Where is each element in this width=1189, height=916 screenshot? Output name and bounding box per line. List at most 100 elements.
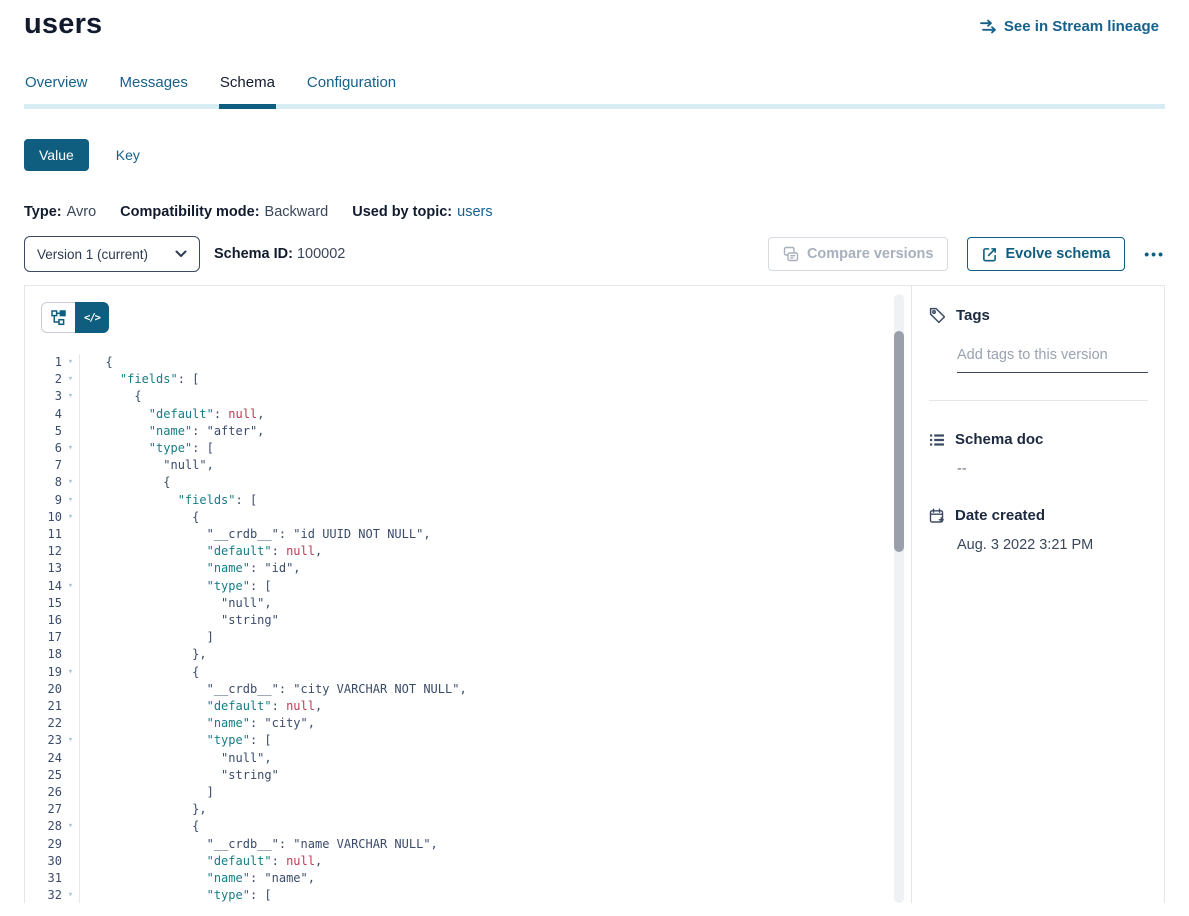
- tree-view-icon: [51, 310, 67, 326]
- code-line: 7 "null",: [25, 457, 911, 474]
- line-number: 18: [26, 646, 62, 663]
- code-line: 23▾ "type": [: [25, 732, 911, 749]
- gutter: 13: [25, 560, 80, 577]
- gutter: 20: [25, 681, 80, 698]
- tab-configuration[interactable]: Configuration: [306, 74, 397, 109]
- compare-versions-label: Compare versions: [807, 246, 934, 262]
- code-text: {: [80, 388, 142, 405]
- code-view-button[interactable]: </>: [75, 302, 109, 333]
- line-number: 32: [26, 887, 62, 903]
- code-line: 12 "default": null,: [25, 543, 911, 560]
- fold-spacer: [62, 629, 79, 646]
- line-number: 31: [26, 870, 62, 887]
- code-line: 10▾ {: [25, 509, 911, 526]
- tab-messages[interactable]: Messages: [119, 74, 189, 109]
- meta-type: Type: Avro: [24, 204, 96, 220]
- fold-spacer: [62, 406, 79, 423]
- line-number: 19: [26, 664, 62, 681]
- json-text: : [: [250, 733, 272, 747]
- code-line: 5 "name": "after",: [25, 423, 911, 440]
- code-line: 17 ]: [25, 629, 911, 646]
- fold-toggle-icon[interactable]: ▾: [62, 664, 79, 681]
- page-header: users See in Stream lineage: [24, 0, 1165, 41]
- fold-spacer: [62, 801, 79, 818]
- scrollbar-track[interactable]: [894, 294, 904, 903]
- fold-toggle-icon[interactable]: ▾: [62, 732, 79, 749]
- fold-toggle-icon[interactable]: ▾: [62, 818, 79, 835]
- meta-value: Avro: [67, 204, 97, 220]
- fold-toggle-icon[interactable]: ▾: [62, 492, 79, 509]
- code-text: "default": null,: [80, 853, 322, 870]
- fold-toggle-icon[interactable]: ▾: [62, 354, 79, 371]
- gutter: 11: [25, 526, 80, 543]
- line-number: 2: [26, 371, 62, 388]
- fold-toggle-icon[interactable]: ▾: [62, 887, 79, 903]
- tags-title: Tags: [956, 307, 990, 324]
- code-line: 26 ]: [25, 784, 911, 801]
- more-actions-button[interactable]: •••: [1144, 246, 1165, 262]
- compare-versions-button[interactable]: Compare versions: [768, 237, 949, 271]
- tag-icon: [929, 307, 946, 324]
- version-select[interactable]: Version 1 (current): [24, 236, 200, 272]
- fold-toggle-icon[interactable]: ▾: [62, 474, 79, 491]
- json-text: : [: [250, 888, 272, 902]
- json-text: ,: [315, 854, 322, 868]
- code-text: },: [80, 646, 207, 663]
- json-text: : [: [192, 441, 214, 455]
- key-toggle-button[interactable]: Key: [110, 146, 146, 164]
- code-text: ]: [80, 784, 214, 801]
- fold-toggle-icon[interactable]: ▾: [62, 388, 79, 405]
- scrollbar-thumb[interactable]: [894, 331, 904, 552]
- gutter: 32▾: [25, 887, 80, 903]
- json-text: ,: [315, 699, 322, 713]
- code-line: 28▾ {: [25, 818, 911, 835]
- evolve-schema-label: Evolve schema: [1005, 246, 1110, 262]
- code-text: "name": "name",: [80, 870, 315, 887]
- tree-view-button[interactable]: [41, 302, 75, 333]
- code-text: "__crdb__": "city VARCHAR NOT NULL",: [80, 681, 467, 698]
- line-number: 5: [26, 423, 62, 440]
- stream-lineage-link[interactable]: See in Stream lineage: [974, 17, 1165, 36]
- code-line: 3▾ {: [25, 388, 911, 405]
- fold-toggle-icon[interactable]: ▾: [62, 371, 79, 388]
- fold-toggle-icon[interactable]: ▾: [62, 440, 79, 457]
- code-text: "default": null,: [80, 543, 322, 560]
- code-text: {: [80, 818, 199, 835]
- json-text: },: [192, 802, 206, 816]
- schema-id: Schema ID:100002: [214, 246, 345, 262]
- code-text: "__crdb__": "id UUID NOT NULL",: [80, 526, 431, 543]
- code-text: "__crdb__": "name VARCHAR NULL",: [80, 836, 438, 853]
- value-toggle-button[interactable]: Value: [24, 139, 89, 171]
- gutter: 2▾: [25, 371, 80, 388]
- json-text: {: [134, 389, 141, 403]
- gutter: 6▾: [25, 440, 80, 457]
- line-number: 30: [26, 853, 62, 870]
- fold-toggle-icon[interactable]: ▾: [62, 509, 79, 526]
- code-text: {: [80, 354, 113, 371]
- json-null: null: [286, 699, 315, 713]
- json-key: "default": [207, 699, 272, 713]
- fold-spacer: [62, 543, 79, 560]
- fold-toggle-icon[interactable]: ▾: [62, 578, 79, 595]
- fold-spacer: [62, 457, 79, 474]
- tags-input[interactable]: [957, 347, 1148, 373]
- topic-link[interactable]: users: [457, 204, 492, 220]
- tab-overview[interactable]: Overview: [24, 74, 89, 109]
- evolve-schema-button[interactable]: Evolve schema: [967, 237, 1125, 271]
- code-text: "default": null,: [80, 406, 264, 423]
- code-text: "fields": [: [80, 371, 199, 388]
- json-key: "default": [207, 544, 272, 558]
- code-text: "null",: [80, 595, 272, 612]
- json-key: "name": [207, 871, 250, 885]
- code-text: {: [80, 509, 199, 526]
- code-line: 32▾ "type": [: [25, 887, 911, 903]
- fold-spacer: [62, 423, 79, 440]
- tab-schema[interactable]: Schema: [219, 74, 276, 109]
- json-text: :: [272, 854, 286, 868]
- gutter: 27: [25, 801, 80, 818]
- line-number: 16: [26, 612, 62, 629]
- meta-label: Type:: [24, 204, 62, 220]
- schema-id-label: Schema ID:: [214, 246, 293, 262]
- json-text: : [: [236, 493, 258, 507]
- json-text: "null",: [221, 596, 272, 610]
